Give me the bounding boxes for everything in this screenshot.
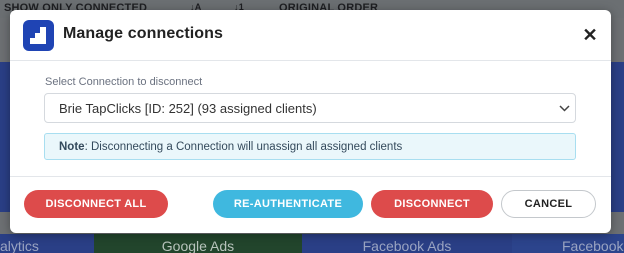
background-tab-facebook-ads: Facebook Ads <box>302 234 512 253</box>
disconnect-button[interactable]: DISCONNECT <box>371 190 493 218</box>
note-alert: Note: Disconnecting a Connection will un… <box>44 133 576 160</box>
note-text: Note: Disconnecting a Connection will un… <box>59 141 402 153</box>
select-connection-label: Select Connection to disconnect <box>45 76 203 88</box>
manage-connections-modal: Manage connections ✕ Select Connection t… <box>10 10 611 233</box>
background-tab-google-ads: Google Ads <box>94 234 302 253</box>
modal-title: Manage connections <box>63 25 224 42</box>
re-authenticate-button[interactable]: RE-AUTHENTICATE <box>213 190 363 218</box>
modal-header: Manage connections ✕ <box>10 10 611 61</box>
background-tabs: alytics Google Ads Facebook Ads Facebook <box>0 234 624 253</box>
background-tab-analytics: alytics <box>0 234 94 253</box>
selected-connection-value: Brie TapClicks [ID: 252] (93 assigned cl… <box>59 101 317 116</box>
note-message: : Disconnecting a Connection will unassi… <box>84 141 403 153</box>
cancel-button[interactable]: CANCEL <box>501 190 596 218</box>
background-tab-facebook: Facebook <box>512 234 624 253</box>
close-icon[interactable]: ✕ <box>582 25 598 45</box>
disconnect-all-button[interactable]: DISCONNECT ALL <box>24 190 168 218</box>
chevron-down-icon <box>559 105 570 112</box>
steps-logo-icon <box>30 27 46 44</box>
footer-divider <box>10 176 611 177</box>
note-prefix: Note <box>59 141 85 153</box>
connection-select[interactable]: Brie TapClicks [ID: 252] (93 assigned cl… <box>44 93 576 123</box>
app-logo <box>23 20 54 51</box>
